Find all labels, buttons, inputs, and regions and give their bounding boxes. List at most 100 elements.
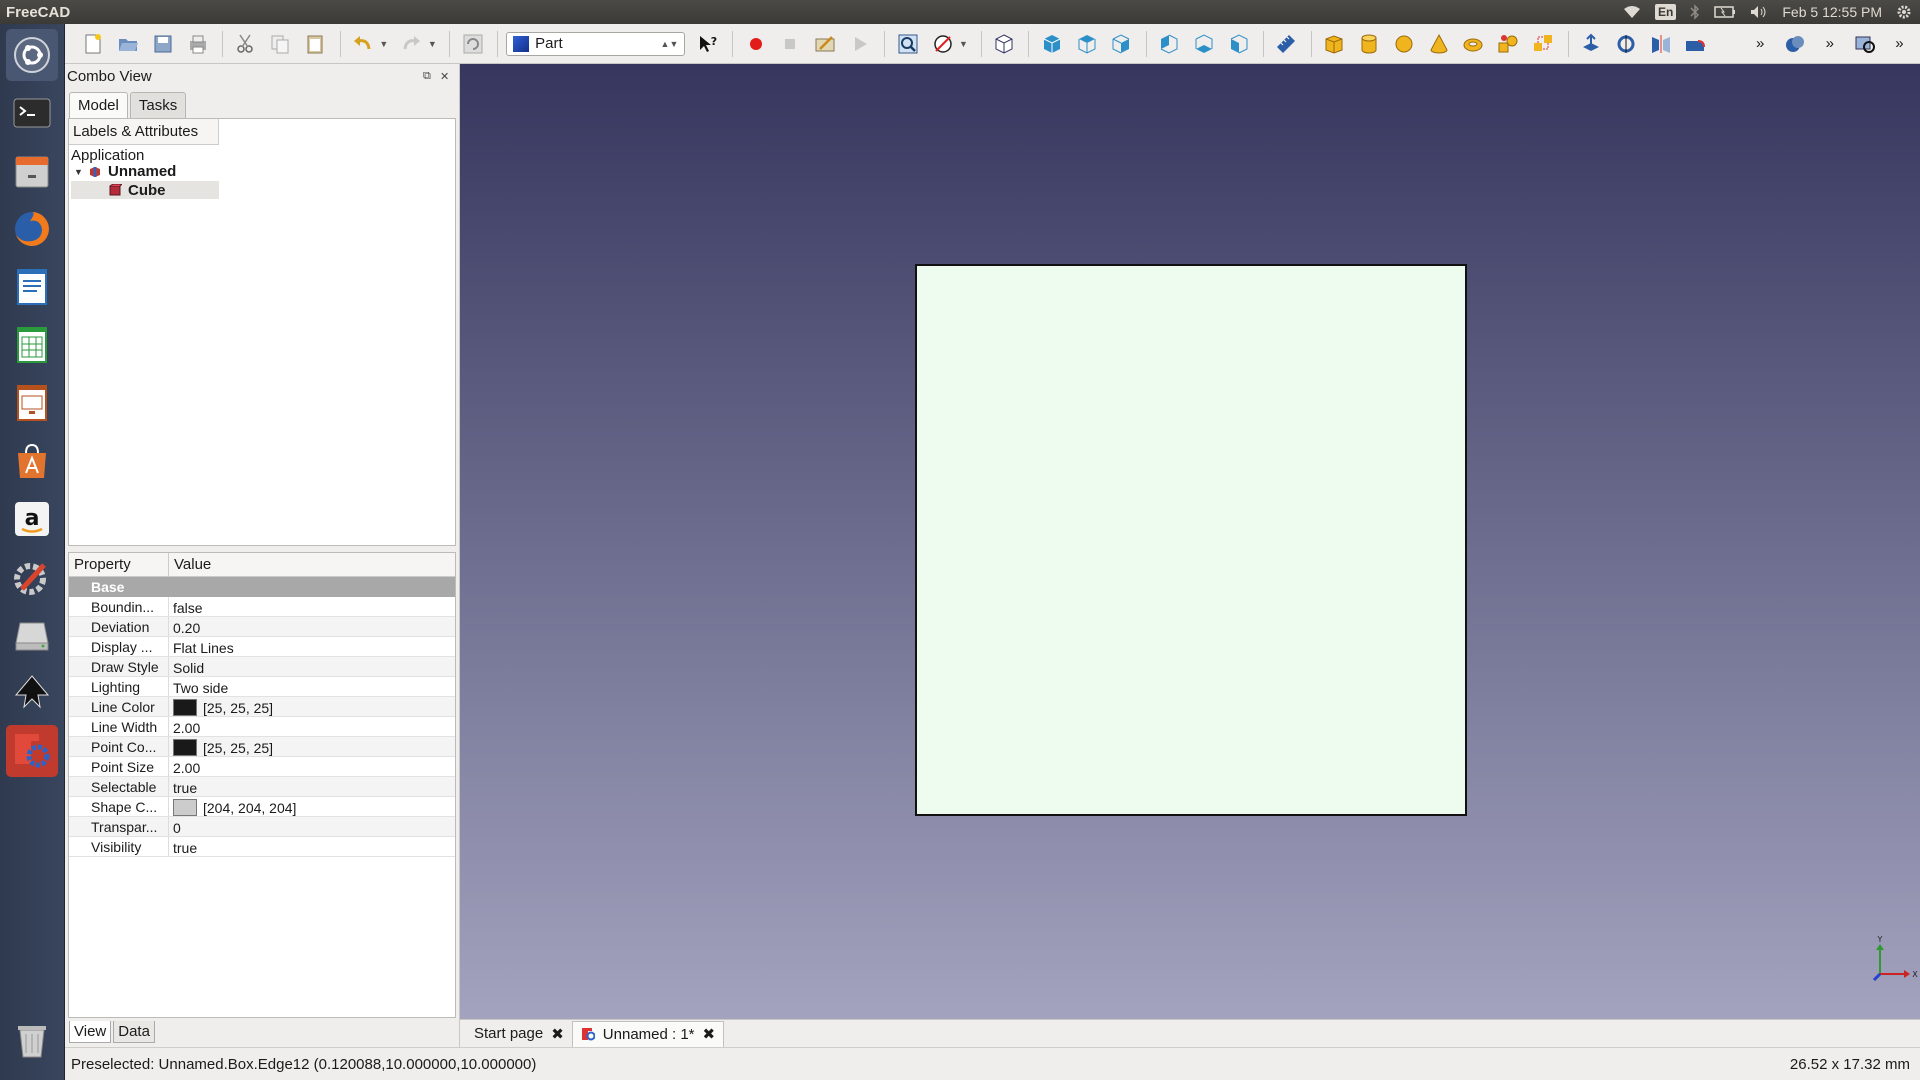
workbench-selector[interactable]: Part ▲▼: [506, 31, 686, 56]
shape-builder-button[interactable]: [1529, 29, 1558, 59]
tab-model[interactable]: Model: [69, 92, 128, 118]
property-row[interactable]: Point Co... [25, 25, 25]: [69, 737, 455, 757]
system-gear-icon[interactable]: [1896, 4, 1912, 20]
tree-column-header[interactable]: Labels & Attributes: [69, 119, 219, 145]
property-value[interactable]: true: [169, 777, 197, 796]
color-swatch[interactable]: [173, 739, 197, 756]
property-row[interactable]: Visibility true: [69, 837, 455, 857]
new-document-button[interactable]: [79, 29, 108, 59]
property-row[interactable]: Line Color [25, 25, 25]: [69, 697, 455, 717]
property-row[interactable]: Selectable true: [69, 777, 455, 797]
top-view-button[interactable]: [1072, 29, 1101, 59]
cylinder-button[interactable]: [1355, 29, 1384, 59]
toolbar-overflow-button-3[interactable]: »: [1885, 29, 1914, 59]
close-tab-icon[interactable]: ✖: [703, 1025, 716, 1043]
close-panel-icon[interactable]: ✕: [440, 70, 449, 83]
redo-button[interactable]: [397, 29, 426, 59]
cube-face[interactable]: [915, 264, 1467, 816]
property-value[interactable]: Flat Lines: [169, 637, 234, 656]
close-tab-icon[interactable]: ✖: [551, 1025, 564, 1043]
expand-triangle-icon[interactable]: ▼: [74, 167, 88, 177]
property-value[interactable]: false: [169, 597, 203, 616]
amazon-launcher[interactable]: a: [6, 493, 58, 545]
float-panel-icon[interactable]: ⧉: [423, 70, 431, 83]
measure-button[interactable]: [1272, 29, 1301, 59]
tree-document-unnamed[interactable]: ▼ Unnamed: [74, 163, 176, 180]
property-value[interactable]: Two side: [169, 677, 228, 696]
property-row[interactable]: Point Size 2.00: [69, 757, 455, 777]
battery-icon[interactable]: [1714, 6, 1736, 18]
property-value[interactable]: 0: [169, 817, 181, 836]
macro-stop-button[interactable]: [776, 29, 805, 59]
freecad-launcher[interactable]: [6, 725, 58, 777]
copy-button[interactable]: [266, 29, 295, 59]
cut-button[interactable]: [231, 29, 260, 59]
firefox-launcher[interactable]: [6, 203, 58, 255]
refresh-button[interactable]: [458, 29, 487, 59]
left-view-button[interactable]: [1224, 29, 1253, 59]
system-settings-launcher[interactable]: [6, 551, 58, 603]
toolbar-overflow-button[interactable]: »: [1746, 29, 1775, 59]
extrude-button[interactable]: [1576, 29, 1605, 59]
whats-this-button[interactable]: ?: [693, 29, 722, 59]
trash-launcher[interactable]: [6, 1014, 58, 1066]
files-launcher[interactable]: [6, 145, 58, 197]
terminal-launcher[interactable]: [6, 87, 58, 139]
property-row[interactable]: Lighting Two side: [69, 677, 455, 697]
tab-data[interactable]: Data: [113, 1021, 155, 1043]
property-row[interactable]: Transpar... 0: [69, 817, 455, 837]
property-row[interactable]: Line Width 2.00: [69, 717, 455, 737]
property-row[interactable]: Boundin... false: [69, 597, 455, 617]
tree-object-cube[interactable]: Cube: [71, 181, 219, 199]
draw-style-button[interactable]: [928, 29, 957, 59]
rear-view-button[interactable]: [1155, 29, 1184, 59]
box-button[interactable]: [1320, 29, 1349, 59]
tab-tasks[interactable]: Tasks: [129, 92, 187, 118]
property-row[interactable]: Shape C... [204, 204, 204]: [69, 797, 455, 817]
tree-root-application[interactable]: Application: [71, 147, 144, 164]
software-center-launcher[interactable]: [6, 435, 58, 487]
color-swatch[interactable]: [173, 699, 197, 716]
fillet-button[interactable]: [1681, 29, 1710, 59]
save-button[interactable]: [149, 29, 178, 59]
open-button[interactable]: [114, 29, 143, 59]
calc-launcher[interactable]: [6, 319, 58, 371]
property-row[interactable]: Draw Style Solid: [69, 657, 455, 677]
tab-view[interactable]: View: [69, 1021, 112, 1043]
impress-launcher[interactable]: [6, 377, 58, 429]
dash-home-button[interactable]: [6, 29, 58, 81]
writer-launcher[interactable]: [6, 261, 58, 313]
primitives-button[interactable]: [1494, 29, 1523, 59]
property-value[interactable]: true: [169, 837, 197, 856]
wifi-icon[interactable]: [1623, 5, 1641, 19]
property-row[interactable]: Display ... Flat Lines: [69, 637, 455, 657]
bottom-view-button[interactable]: [1189, 29, 1218, 59]
property-row[interactable]: Deviation 0.20: [69, 617, 455, 637]
isometric-view-button[interactable]: [990, 29, 1019, 59]
cone-button[interactable]: [1424, 29, 1453, 59]
bluetooth-icon[interactable]: [1690, 4, 1700, 20]
toolbar-overflow-button-2[interactable]: »: [1815, 29, 1844, 59]
right-view-button[interactable]: [1107, 29, 1136, 59]
clock[interactable]: Feb 5 12:55 PM: [1782, 4, 1882, 20]
keyboard-layout-indicator[interactable]: En: [1655, 4, 1677, 20]
property-value[interactable]: [25, 25, 25]: [169, 697, 273, 716]
tab-start-page[interactable]: Start page ✖: [466, 1021, 572, 1047]
tab-unnamed-document[interactable]: Unnamed : 1* ✖: [571, 1020, 725, 1047]
property-value[interactable]: 2.00: [169, 717, 200, 736]
undo-dropdown-arrow[interactable]: ▼: [379, 39, 389, 49]
macro-edit-button[interactable]: [811, 29, 840, 59]
fit-all-button[interactable]: [893, 29, 922, 59]
paste-button[interactable]: [301, 29, 330, 59]
boolean-button[interactable]: [1781, 29, 1810, 59]
value-column-header[interactable]: Value: [169, 553, 216, 576]
volume-icon[interactable]: [1750, 5, 1768, 19]
macro-run-button[interactable]: [846, 29, 875, 59]
check-geometry-button[interactable]: [1850, 29, 1879, 59]
property-value[interactable]: 0.20: [169, 617, 200, 636]
torus-button[interactable]: [1459, 29, 1488, 59]
redo-dropdown-arrow[interactable]: ▼: [428, 39, 438, 49]
color-swatch[interactable]: [173, 799, 197, 816]
property-group-base[interactable]: Base: [69, 577, 455, 597]
undo-button[interactable]: [349, 29, 378, 59]
